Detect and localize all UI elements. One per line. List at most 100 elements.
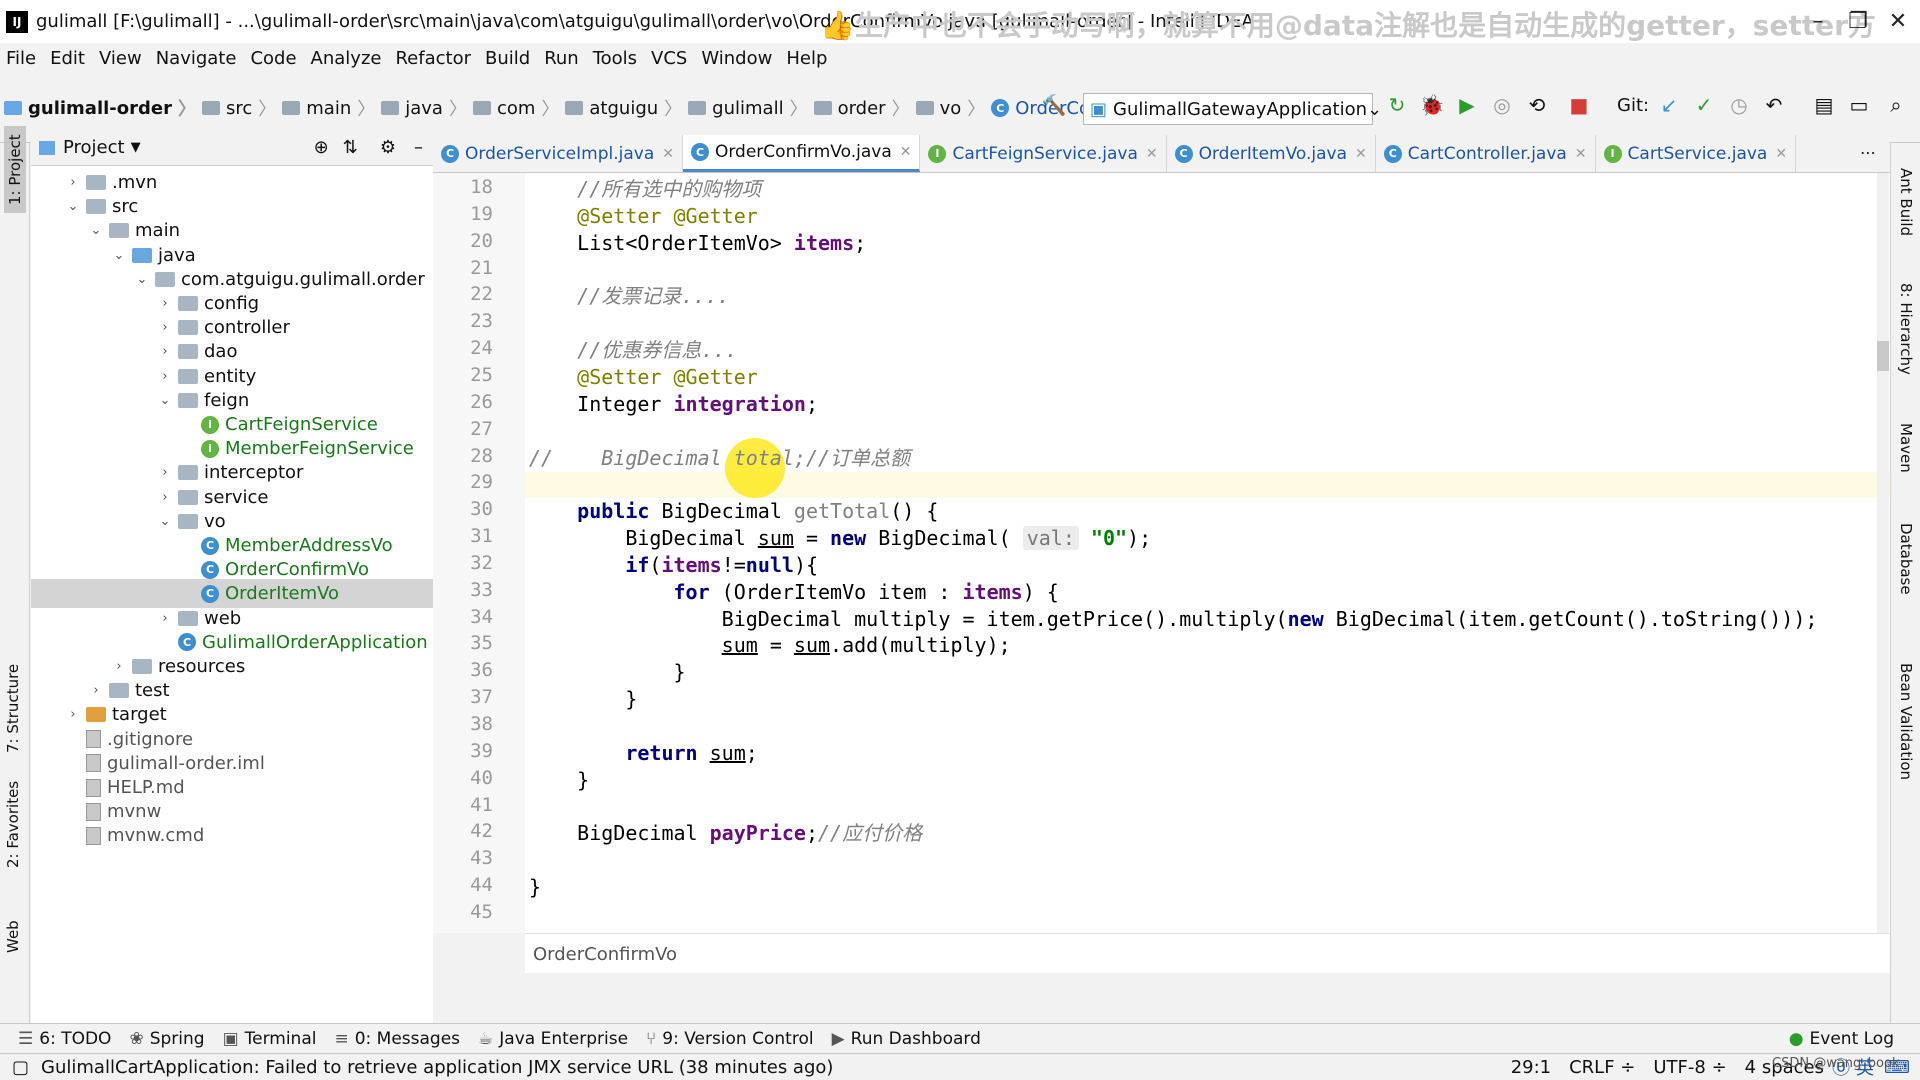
- layout-icon[interactable]: ▭: [1845, 91, 1873, 119]
- search-icon[interactable]: ⌕: [1882, 91, 1910, 119]
- bottom-tool-1[interactable]: ❀ Spring: [129, 1029, 204, 1049]
- code-line[interactable]: BigDecimal multiply = item.getPrice().mu…: [529, 606, 1818, 632]
- close-icon[interactable]: ✕: [1878, 4, 1918, 38]
- restore-icon[interactable]: ❐: [1838, 4, 1878, 38]
- tool-ant-build[interactable]: Ant Build: [1897, 168, 1915, 236]
- editor-tab[interactable]: C OrderServiceImpl.java ✕: [433, 135, 683, 172]
- editor-tab[interactable]: I CartFeignService.java ✕: [920, 135, 1167, 172]
- breadcrumb-item[interactable]: com 〉: [472, 95, 559, 121]
- chevron-right-icon[interactable]: ›: [156, 296, 174, 311]
- close-tab-icon[interactable]: ✕: [1355, 146, 1367, 162]
- scrollbar-thumb[interactable]: [1877, 341, 1889, 371]
- chevron-right-icon[interactable]: ›: [64, 707, 82, 722]
- status-panel-icon[interactable]: ▢: [12, 1057, 29, 1078]
- code-line[interactable]: BigDecimal sum = new BigDecimal( val: "0…: [529, 525, 1151, 551]
- code-editor[interactable]: //所有选中的购物项 @Setter @Getter List<OrderIte…: [525, 173, 1890, 933]
- gear-icon[interactable]: ⚙: [380, 137, 396, 158]
- code-line[interactable]: }: [529, 686, 637, 712]
- breadcrumb-item[interactable]: atguigu 〉: [565, 95, 682, 121]
- bottom-tool-5[interactable]: ⑂ 9: Version Control: [646, 1029, 814, 1049]
- code-line[interactable]: //优惠券信息...: [529, 337, 737, 363]
- tool-hierarchy[interactable]: 8: Hierarchy: [1897, 283, 1915, 375]
- menu-edit[interactable]: Edit: [50, 48, 85, 69]
- build-hammer-icon[interactable]: 🔨: [1040, 91, 1068, 119]
- code-line[interactable]: for (OrderItemVo item : items) {: [529, 579, 1059, 605]
- breadcrumb-item[interactable]: order 〉: [813, 95, 910, 121]
- tool-bean-validation[interactable]: Bean Validation: [1897, 663, 1915, 780]
- menu-build[interactable]: Build: [485, 48, 530, 69]
- chevron-right-icon[interactable]: ›: [64, 175, 82, 190]
- bottom-tool-4[interactable]: ☕ Java Enterprise: [478, 1029, 628, 1049]
- code-line[interactable]: BigDecimal payPrice;//应付价格: [529, 820, 922, 846]
- breadcrumb-item[interactable]: java 〉: [381, 95, 467, 121]
- chevron-right-icon[interactable]: ›: [156, 320, 174, 335]
- menu-tools[interactable]: Tools: [593, 48, 637, 69]
- chevron-right-icon[interactable]: ›: [156, 490, 174, 505]
- stop-icon[interactable]: ■: [1565, 91, 1593, 119]
- code-line[interactable]: @Setter @Getter: [529, 203, 758, 229]
- editor-breadcrumb[interactable]: OrderConfirmVo: [525, 933, 1890, 973]
- menu-view[interactable]: View: [99, 48, 142, 69]
- line-separator[interactable]: CRLF ÷: [1569, 1057, 1635, 1078]
- code-line[interactable]: }: [529, 874, 541, 900]
- minimize-icon[interactable]: –: [1798, 4, 1838, 38]
- event-log-button[interactable]: ● Event Log: [1789, 1029, 1894, 1049]
- chevron-down-icon[interactable]: ⌄: [87, 223, 105, 238]
- profile-icon[interactable]: ◎: [1488, 91, 1516, 119]
- bottom-tool-0[interactable]: ☰ 6: TODO: [18, 1029, 111, 1049]
- code-line[interactable]: if(items!=null){: [529, 552, 818, 578]
- menu-refactor[interactable]: Refactor: [395, 48, 471, 69]
- code-line[interactable]: // BigDecimal total;//订单总额: [529, 445, 910, 471]
- editor-tab[interactable]: C CartController.java ✕: [1376, 135, 1596, 172]
- code-line[interactable]: return sum;: [529, 740, 757, 766]
- breadcrumb-item[interactable]: src 〉: [201, 95, 276, 121]
- tool-web[interactable]: Web: [4, 920, 22, 953]
- chevron-right-icon[interactable]: ›: [110, 659, 128, 674]
- close-tab-icon[interactable]: ✕: [900, 144, 912, 160]
- code-line[interactable]: Integer integration;: [529, 391, 818, 417]
- collapse-icon[interactable]: ⇅: [343, 137, 358, 158]
- run-configuration-select[interactable]: ▣ GulimallGatewayApplication ⌄: [1083, 93, 1382, 125]
- menu-help[interactable]: Help: [786, 48, 827, 69]
- close-tab-icon[interactable]: ✕: [1775, 146, 1787, 162]
- status-message[interactable]: GulimallCartApplication: Failed to retri…: [41, 1057, 833, 1078]
- menu-analyze[interactable]: Analyze: [311, 48, 382, 69]
- menu-run[interactable]: Run: [544, 48, 579, 69]
- history-icon[interactable]: ◷: [1725, 91, 1753, 119]
- menu-file[interactable]: File: [6, 48, 36, 69]
- chevron-down-icon[interactable]: ▼: [131, 140, 141, 155]
- tool-database[interactable]: Database: [1897, 523, 1915, 595]
- chevron-down-icon[interactable]: ⌄: [133, 272, 151, 287]
- tabs-overflow-icon[interactable]: ⋯: [1860, 143, 1876, 162]
- chevron-down-icon[interactable]: ⌄: [110, 248, 128, 263]
- breadcrumb-item[interactable]: main 〉: [282, 95, 375, 121]
- chevron-down-icon[interactable]: ⌄: [64, 199, 82, 214]
- chevron-right-icon[interactable]: ›: [87, 683, 105, 698]
- locate-icon[interactable]: ⊕: [314, 137, 329, 158]
- debug-icon[interactable]: 🐞: [1418, 91, 1446, 119]
- rerun-icon[interactable]: ↻: [1383, 91, 1411, 119]
- code-line[interactable]: }: [529, 659, 685, 685]
- breadcrumb-item[interactable]: vo 〉: [915, 95, 985, 121]
- tool-maven[interactable]: Maven: [1897, 423, 1915, 473]
- tree-item[interactable]: mvnw.cmd: [64, 821, 204, 850]
- code-line[interactable]: sum = sum.add(multiply);: [529, 632, 1011, 658]
- code-line[interactable]: public BigDecimal getTotal() {: [529, 498, 938, 524]
- chevron-right-icon[interactable]: ›: [156, 611, 174, 626]
- bottom-tool-3[interactable]: ≡ 0: Messages: [334, 1029, 460, 1049]
- chevron-right-icon[interactable]: ›: [156, 369, 174, 384]
- project-panel-title[interactable]: Project: [63, 137, 125, 158]
- project-structure-icon[interactable]: ▤: [1810, 91, 1838, 119]
- menu-window[interactable]: Window: [701, 48, 772, 69]
- code-line[interactable]: //所有选中的购物项: [529, 176, 761, 202]
- tool-favorites[interactable]: 2: Favorites: [4, 781, 22, 868]
- chevron-down-icon[interactable]: ⌄: [156, 393, 174, 408]
- rollback-icon[interactable]: ↶: [1760, 91, 1788, 119]
- code-line[interactable]: List<OrderItemVo> items;: [529, 230, 866, 256]
- hide-icon[interactable]: –: [414, 137, 423, 158]
- close-tab-icon[interactable]: ✕: [662, 146, 674, 162]
- git-commit-icon[interactable]: ✓: [1690, 91, 1718, 119]
- git-update-icon[interactable]: ↙: [1655, 91, 1683, 119]
- chevron-right-icon[interactable]: ›: [156, 465, 174, 480]
- coverage-icon[interactable]: ▶: [1453, 91, 1481, 119]
